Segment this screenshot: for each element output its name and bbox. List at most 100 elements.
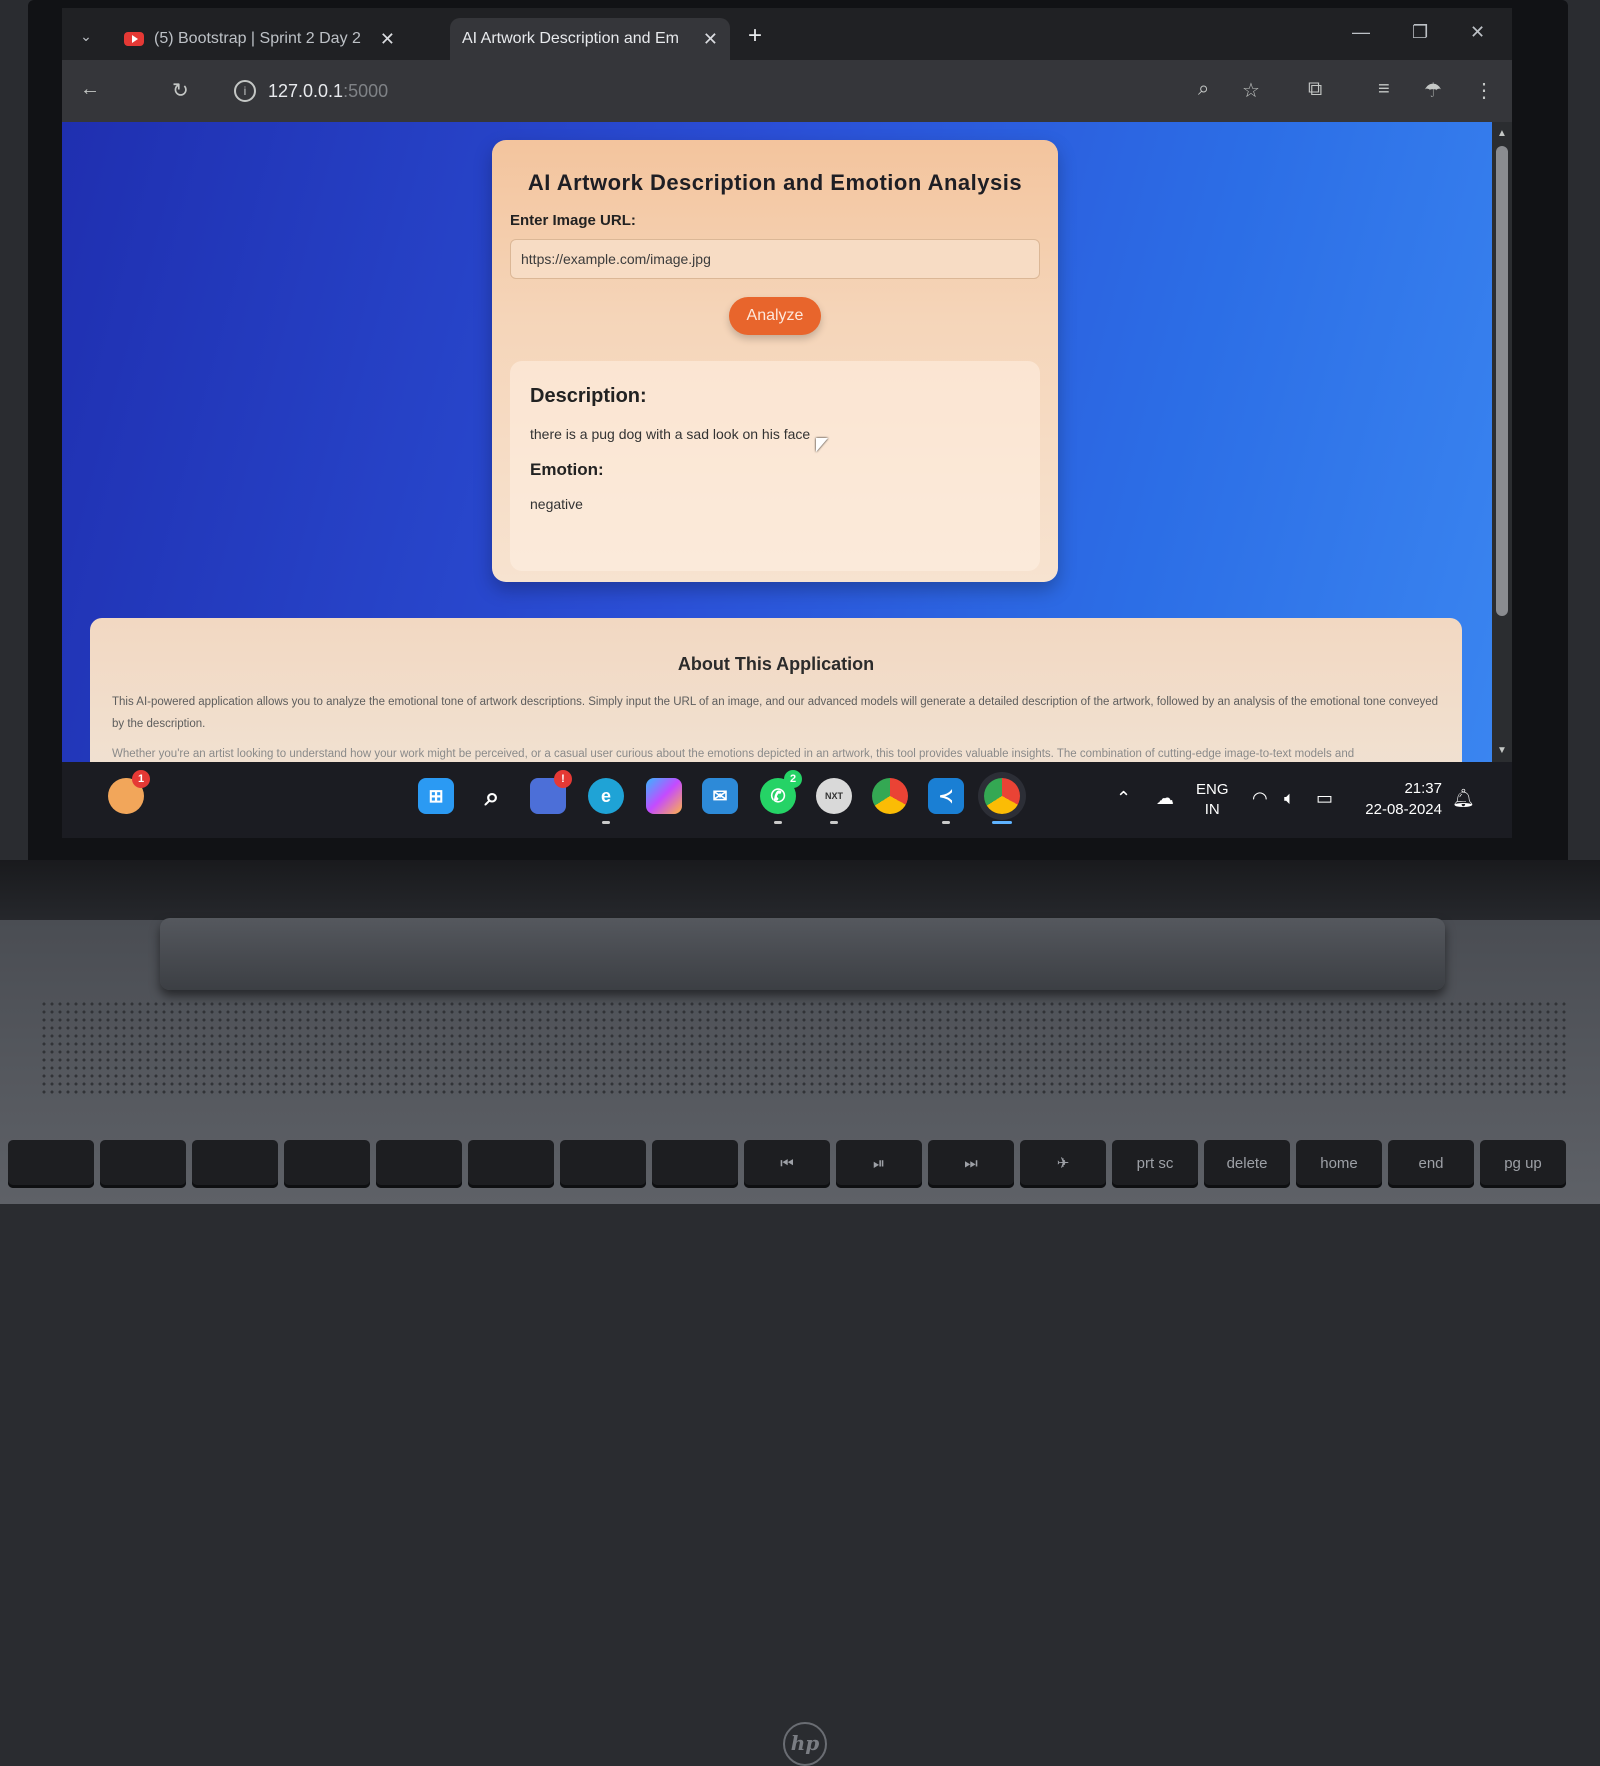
running-indicator [830, 821, 838, 824]
keyboard-key: ✈ [1020, 1140, 1106, 1188]
browser-toolbar: ← ↻ i 127.0.0.1:5000 ⌕ ☆ ⧉ ≡ ☂ ⋮ [62, 60, 1512, 122]
about-section: About This Application This AI-powered a… [90, 618, 1462, 762]
laptop-hinge [160, 918, 1445, 990]
keyboard-row: ⏮ ⏯ ⏭ ✈ prt sc delete home end pg up [0, 1140, 1600, 1204]
about-title: About This Application [677, 654, 875, 674]
minimize-button[interactable]: — [1352, 22, 1370, 43]
keyboard-key [100, 1140, 186, 1188]
chrome-active-icon[interactable] [984, 778, 1020, 824]
page-scrollbar[interactable]: ▲ ▼ [1492, 122, 1512, 762]
keyboard-key [376, 1140, 462, 1188]
weather-widget-icon[interactable]: 1 [108, 770, 150, 814]
keyboard-key [284, 1140, 370, 1188]
whatsapp-icon[interactable]: ✆ 2 [760, 770, 802, 824]
description-heading: Description: [530, 385, 647, 407]
bookmark-star-icon[interactable]: ☆ [1242, 78, 1260, 103]
notification-badge: 2 [784, 770, 802, 788]
vscode-icon[interactable]: ≺ [928, 778, 964, 824]
windows-taskbar: 1 ⊞ ⌕ ! e ✉ ✆ 2 NXT ≺ ⌃ ☁ ENG IN ◠ 🔈︎ ▭ … [62, 762, 1512, 838]
mail-icon[interactable]: ✉ [702, 778, 738, 814]
copilot-icon[interactable] [646, 778, 682, 814]
edge-icon[interactable]: e [588, 778, 624, 824]
language-indicator[interactable]: ENG IN [1196, 780, 1229, 820]
onedrive-cloud-icon[interactable]: ☁ [1156, 788, 1174, 809]
keyboard-key: delete [1204, 1140, 1290, 1188]
extensions-icon[interactable]: ⧉ [1308, 78, 1322, 101]
language-code: ENG [1196, 781, 1229, 798]
teams-icon[interactable]: ! [530, 770, 572, 814]
tab-title: AI Artwork Description and Em [462, 30, 679, 47]
notification-bell-icon[interactable]: 🔔︎ [1452, 788, 1475, 809]
nxtwave-icon[interactable]: NXT [816, 778, 852, 824]
tab-close-icon[interactable]: ✕ [380, 29, 395, 50]
battery-icon[interactable]: ▭ [1316, 788, 1333, 809]
youtube-icon [124, 32, 144, 46]
mouse-cursor-icon [816, 438, 828, 452]
keyboard-key [652, 1140, 738, 1188]
restore-button[interactable]: ❐ [1412, 22, 1428, 43]
chrome-icon[interactable] [872, 778, 908, 814]
scroll-up-arrow-icon[interactable]: ▲ [1497, 128, 1507, 139]
browser-tab-bar: ⌄ (5) Bootstrap | Sprint 2 Day 2 ✕ AI Ar… [62, 8, 1512, 60]
reload-icon[interactable]: ↻ [172, 78, 189, 103]
clock-time: 21:37 [1404, 780, 1442, 797]
url-host: 127.0.0.1 [268, 80, 344, 101]
tab-ai-artwork[interactable]: AI Artwork Description and Em ✕ [450, 18, 730, 60]
region-code: IN [1204, 801, 1220, 818]
about-paragraph: Whether you're an artist looking to unde… [112, 748, 1355, 760]
tab-title: (5) Bootstrap | Sprint 2 Day 2 [154, 30, 361, 47]
keyboard-key: ⏭ [928, 1140, 1014, 1188]
emotion-text: negative [530, 496, 583, 512]
scroll-down-arrow-icon[interactable]: ▼ [1497, 745, 1507, 756]
analysis-card: AI Artwork Description and Emotion Analy… [492, 140, 1058, 582]
about-paragraph: This AI-powered application allows you t… [112, 696, 1439, 730]
keyboard-key: pg up [1480, 1140, 1566, 1188]
keyboard-key [468, 1140, 554, 1188]
keyboard-key: ⏯ [836, 1140, 922, 1188]
show-hidden-icons-chevron-icon[interactable]: ⌃ [1116, 788, 1131, 809]
clock-date: 22-08-2024 [1365, 801, 1442, 818]
keyboard-key: prt sc [1112, 1140, 1198, 1188]
search-icon[interactable]: ⌕ [474, 778, 510, 814]
url-port: :5000 [343, 80, 389, 101]
volume-icon[interactable]: 🔈︎ [1284, 788, 1295, 809]
notification-badge: 1 [132, 770, 150, 788]
running-indicator [942, 821, 950, 824]
keyboard-key [192, 1140, 278, 1188]
keyboard-key [8, 1140, 94, 1188]
image-url-input[interactable] [510, 239, 1040, 279]
wifi-icon[interactable]: ◠ [1252, 788, 1268, 809]
address-bar[interactable]: i 127.0.0.1:5000 [234, 74, 1014, 108]
media-controls-icon[interactable]: ≡ [1378, 78, 1390, 101]
start-windows-icon[interactable]: ⊞ [418, 778, 454, 814]
page-viewport: AI Artwork Description and Emotion Analy… [62, 122, 1492, 762]
zoom-icon[interactable]: ⌕ [1198, 78, 1209, 101]
running-indicator [774, 821, 782, 824]
clock[interactable]: 21:37 22-08-2024 [1352, 778, 1442, 820]
keyboard-key: ⏮ [744, 1140, 830, 1188]
page-title: AI Artwork Description and Emotion Analy… [527, 170, 1023, 195]
profile-avatar-icon[interactable]: ☂ [1424, 78, 1442, 103]
speaker-grille [40, 1000, 1570, 1095]
site-info-icon[interactable]: i [234, 80, 256, 102]
analyze-button[interactable]: Analyze [728, 297, 822, 335]
hp-logo: hp [783, 1722, 827, 1766]
tab-list-button[interactable]: ⌄ [72, 22, 100, 50]
notification-badge: ! [554, 770, 572, 788]
scrollbar-thumb[interactable] [1496, 146, 1508, 616]
running-indicator [602, 821, 610, 824]
tab-close-icon[interactable]: ✕ [703, 29, 718, 50]
emotion-heading: Emotion: [530, 460, 604, 479]
back-arrow-icon[interactable]: ← [80, 78, 100, 101]
menu-kebab-icon[interactable]: ⋮ [1474, 78, 1494, 103]
new-tab-button[interactable]: + [748, 22, 762, 50]
image-url-label: Enter Image URL: [510, 212, 636, 229]
tab-bootstrap[interactable]: (5) Bootstrap | Sprint 2 Day 2 ✕ [112, 18, 407, 60]
keyboard-key [560, 1140, 646, 1188]
result-panel: Description: there is a pug dog with a s… [510, 361, 1040, 571]
running-indicator [992, 821, 1012, 824]
keyboard-key: home [1296, 1140, 1382, 1188]
close-window-button[interactable]: ✕ [1470, 22, 1485, 43]
laptop-screen: ⌄ (5) Bootstrap | Sprint 2 Day 2 ✕ AI Ar… [62, 8, 1512, 838]
description-text: there is a pug dog with a sad look on hi… [530, 426, 811, 442]
